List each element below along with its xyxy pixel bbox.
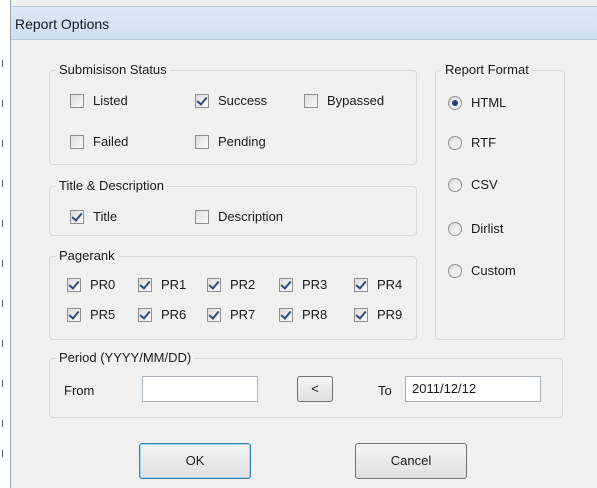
period-group: Period (YYYY/MM/DD) From < To 2011/12/12 xyxy=(49,350,563,418)
radio-dirlist[interactable]: Dirlist xyxy=(448,221,504,236)
checkbox-label: PR0 xyxy=(90,277,116,292)
submission-status-legend: Submisison Status xyxy=(56,62,170,78)
checkbox-label: PR8 xyxy=(302,307,328,322)
radio-button[interactable] xyxy=(448,95,462,110)
checkbox-box[interactable] xyxy=(304,93,318,108)
radio-html[interactable]: HTML xyxy=(448,95,506,110)
checkbox-listed[interactable]: Listed xyxy=(70,93,128,108)
checkbox-success[interactable]: Success xyxy=(195,93,267,108)
checkbox-title[interactable]: Title xyxy=(70,209,117,224)
checkbox-pr3[interactable]: PR3 xyxy=(279,277,327,292)
checkbox-box[interactable] xyxy=(138,307,152,322)
checkbox-label: Success xyxy=(218,93,268,108)
radio-button[interactable] xyxy=(448,263,462,278)
submission-status-group: Submisison Status Listed Success Bypasse… xyxy=(49,62,417,165)
checkbox-label: Description xyxy=(218,209,284,224)
checkbox-label: PR6 xyxy=(161,307,187,322)
checkbox-failed[interactable]: Failed xyxy=(70,134,128,149)
checkbox-pr2[interactable]: PR2 xyxy=(207,277,255,292)
checkbox-box[interactable] xyxy=(195,134,209,149)
checkbox-box[interactable] xyxy=(279,307,293,322)
prev-date-button[interactable]: < xyxy=(297,376,333,402)
checkbox-label: PR4 xyxy=(377,277,403,292)
checkbox-box[interactable] xyxy=(70,93,84,108)
checkbox-label: PR3 xyxy=(302,277,328,292)
checkbox-box[interactable] xyxy=(354,307,368,322)
checkbox-box[interactable] xyxy=(67,277,81,292)
from-date-input[interactable] xyxy=(142,376,258,402)
to-label: To xyxy=(378,383,392,398)
checkbox-box[interactable] xyxy=(195,209,209,224)
checkbox-pr7[interactable]: PR7 xyxy=(207,307,255,322)
title-bar: Report Options xyxy=(11,6,597,40)
checkbox-label: PR2 xyxy=(230,277,256,292)
radio-label: CSV xyxy=(471,177,498,192)
checkbox-box[interactable] xyxy=(195,93,209,108)
checkbox-pending[interactable]: Pending xyxy=(195,134,266,149)
checkbox-description[interactable]: Description xyxy=(195,209,283,224)
radio-label: RTF xyxy=(471,135,497,150)
checkbox-pr6[interactable]: PR6 xyxy=(138,307,186,322)
checkbox-box[interactable] xyxy=(279,277,293,292)
pagerank-legend: Pagerank xyxy=(56,248,118,264)
checkbox-label: PR5 xyxy=(90,307,116,322)
cancel-button[interactable]: Cancel xyxy=(355,443,467,479)
ok-button[interactable]: OK xyxy=(139,443,251,479)
checkbox-pr0[interactable]: PR0 xyxy=(67,277,115,292)
checkbox-pr9[interactable]: PR9 xyxy=(354,307,402,322)
radio-csv[interactable]: CSV xyxy=(448,177,498,192)
checkbox-pr4[interactable]: PR4 xyxy=(354,277,402,292)
checkbox-box[interactable] xyxy=(207,277,221,292)
report-options-dialog: Report Options Submisison Status Listed … xyxy=(10,0,597,488)
checkbox-box[interactable] xyxy=(67,307,81,322)
checkbox-label: Pending xyxy=(218,134,266,149)
checkbox-bypassed[interactable]: Bypassed xyxy=(304,93,384,108)
report-format-legend: Report Format xyxy=(442,62,532,78)
radio-label: Dirlist xyxy=(471,221,504,236)
checkbox-label: Bypassed xyxy=(327,93,385,108)
checkbox-label: Title xyxy=(93,209,118,224)
checkbox-label: PR7 xyxy=(230,307,256,322)
title-description-legend: Title & Description xyxy=(56,178,167,194)
to-date-input[interactable]: 2011/12/12 xyxy=(405,376,541,402)
radio-button[interactable] xyxy=(448,177,462,192)
radio-custom[interactable]: Custom xyxy=(448,263,516,278)
dialog-title: Report Options xyxy=(15,16,110,32)
title-description-group: Title & Description Title Description xyxy=(49,178,417,236)
radio-button[interactable] xyxy=(448,221,462,236)
radio-button[interactable] xyxy=(448,135,462,150)
checkbox-label: Listed xyxy=(93,93,128,108)
checkbox-label: PR9 xyxy=(377,307,403,322)
checkbox-box[interactable] xyxy=(70,209,84,224)
from-label: From xyxy=(64,383,95,398)
checkbox-box[interactable] xyxy=(138,277,152,292)
checkbox-pr1[interactable]: PR1 xyxy=(138,277,186,292)
report-format-group: Report Format HTML RTF CSV Dirlist Custo… xyxy=(435,62,565,340)
radio-label: HTML xyxy=(471,95,507,110)
pagerank-group: Pagerank PR0 PR1 PR2 PR3 PR4 PR5 PR6 PR7… xyxy=(49,248,417,340)
radio-label: Custom xyxy=(471,263,516,278)
checkbox-label: PR1 xyxy=(161,277,187,292)
checkbox-box[interactable] xyxy=(70,134,84,149)
checkbox-box[interactable] xyxy=(207,307,221,322)
checkbox-pr5[interactable]: PR5 xyxy=(67,307,115,322)
radio-rtf[interactable]: RTF xyxy=(448,135,496,150)
checkbox-box[interactable] xyxy=(354,277,368,292)
checkbox-pr8[interactable]: PR8 xyxy=(279,307,327,322)
period-legend: Period (YYYY/MM/DD) xyxy=(56,350,195,366)
checkbox-label: Failed xyxy=(93,134,129,149)
